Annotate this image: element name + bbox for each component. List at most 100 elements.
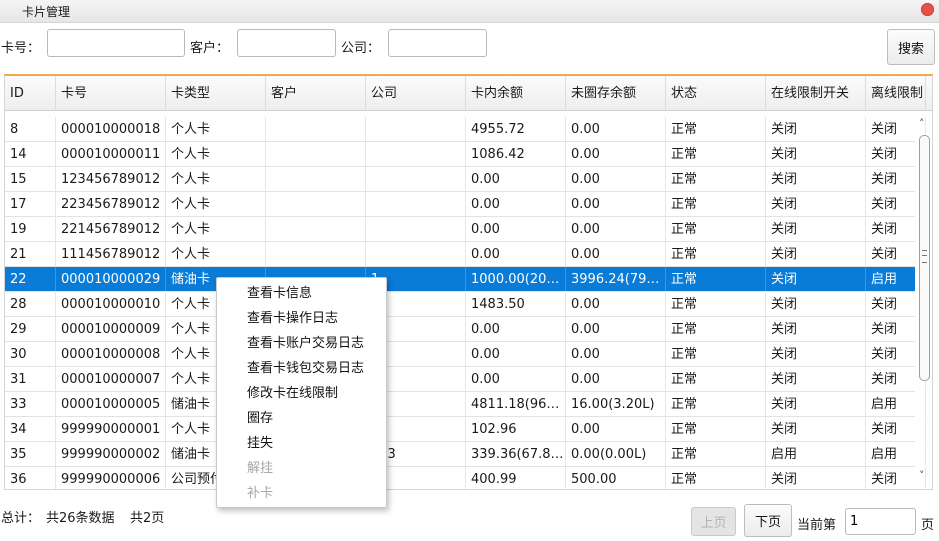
table-row[interactable]: 21 111456789012 个人卡 0.00 0.00 正常 关闭 关闭: [5, 242, 926, 267]
table-row[interactable]: 35999990000002储油卡123339.36(67.87L)0.00(0…: [5, 442, 926, 467]
cell-id: 17: [5, 192, 56, 216]
table-row[interactable]: 29 000010000009 个人卡 0.00 0.00 正常 关闭 关闭: [5, 317, 926, 342]
column-header-card-no[interactable]: 卡号: [56, 76, 166, 110]
context-menu: 查看卡信息 查看卡操作日志 查看卡账户交易日志 查看卡钱包交易日志 修改卡在线限制 圈存挂…: [216, 277, 387, 508]
cell-online-limit: 关闭: [766, 317, 866, 341]
vertical-scrollbar[interactable]: ˄ ˅: [916, 117, 932, 489]
total-label: 总计：: [1, 511, 41, 526]
cell-status: 正常: [666, 342, 766, 366]
cell-status: 正常: [666, 167, 766, 191]
cell-company: [366, 242, 466, 266]
cell-id: 34: [5, 417, 56, 441]
cell-unloaded-balance: 0.00: [566, 242, 666, 266]
table-row[interactable]: 17 223456789012 个人卡 0.00 0.00 正常 关闭 关闭: [5, 192, 926, 217]
table-row[interactable]: 28 000010000010 个人卡 1483.50 0.00 正常 关闭 关闭: [5, 292, 926, 317]
cell-card-no: 999990000002: [56, 442, 166, 466]
column-header-customer[interactable]: 客户: [266, 76, 366, 110]
menu-item-report-loss[interactable]: 挂失: [247, 431, 273, 456]
column-header-status[interactable]: 状态: [666, 76, 766, 110]
scroll-thumb[interactable]: [919, 135, 930, 381]
cell-balance: 0.00: [466, 367, 566, 391]
column-header-unloaded-balance[interactable]: 未圈存余额: [566, 76, 666, 110]
cell-balance: 1000.00(200.00L): [466, 267, 566, 291]
cell-id: 36: [5, 467, 56, 489]
cell-balance: 339.36(67.87L): [466, 442, 566, 466]
cell-online-limit: 关闭: [766, 192, 866, 216]
search-button[interactable]: 搜索: [887, 29, 935, 65]
cell-card-no: 999990000001: [56, 417, 166, 441]
menu-item-modify-online-limit[interactable]: 修改卡在线限制: [247, 381, 338, 406]
cell-unloaded-balance: 16.00(3.20L): [566, 392, 666, 416]
cell-company: [366, 117, 466, 141]
cell-unloaded-balance: 0.00: [566, 317, 666, 341]
cell-card-no: 123456789012: [56, 167, 166, 191]
menu-item-view-account-transaction-log[interactable]: 查看卡账户交易日志: [247, 331, 364, 356]
cell-balance: 102.96: [466, 417, 566, 441]
menu-item-view-wallet-transaction-log[interactable]: 查看卡钱包交易日志: [247, 356, 364, 381]
prev-page-button[interactable]: 上页: [691, 507, 736, 536]
scroll-down-icon[interactable]: ˅: [919, 469, 925, 482]
company-input[interactable]: [388, 29, 487, 57]
cell-unloaded-balance: 0.00: [566, 142, 666, 166]
menu-item-load[interactable]: 圈存: [247, 406, 273, 431]
page-suffix: 页: [921, 518, 935, 533]
customer-input[interactable]: [237, 29, 336, 57]
menu-item-view-card-info[interactable]: 查看卡信息: [247, 281, 312, 306]
column-header-company[interactable]: 公司: [366, 76, 466, 110]
card-no-label: 卡号：: [1, 41, 41, 56]
cell-unloaded-balance: 500.00: [566, 467, 666, 489]
cell-id: 14: [5, 142, 56, 166]
column-header-card-type[interactable]: 卡类型: [166, 76, 266, 110]
table-row[interactable]: 22000010000029储油卡11000.00(200.00L)3996.2…: [5, 267, 926, 292]
column-header-online-limit[interactable]: 在线限制开关: [766, 76, 866, 110]
cell-id: 31: [5, 367, 56, 391]
table-row[interactable]: 8 000010000018 个人卡 4955.72 0.00 正常 关闭 关闭: [5, 117, 926, 142]
cell-status: 正常: [666, 142, 766, 166]
close-icon[interactable]: [921, 3, 934, 16]
table-row[interactable]: 33000010000005储油卡14811.18(962.24L)16.00(…: [5, 392, 926, 417]
column-header-balance[interactable]: 卡内余额: [466, 76, 566, 110]
table-row[interactable]: 31 000010000007 个人卡 0.00 0.00 正常 关闭 关闭: [5, 367, 926, 392]
cell-unloaded-balance: 0.00: [566, 117, 666, 141]
cell-id: 8: [5, 117, 56, 141]
cell-customer: [266, 217, 366, 241]
cell-id: 22: [5, 267, 56, 291]
current-page-input[interactable]: [845, 508, 916, 535]
cell-card-no: 000010000029: [56, 267, 166, 291]
cell-online-limit: 关闭: [766, 242, 866, 266]
cell-card-type: 个人卡: [166, 167, 266, 191]
column-header-offline-limit[interactable]: 离线限制: [866, 76, 926, 110]
cell-status: 正常: [666, 192, 766, 216]
cell-unloaded-balance: 0.00: [566, 167, 666, 191]
cell-card-no: 999990000006: [56, 467, 166, 489]
current-page-label: 当前第: [797, 518, 837, 533]
cell-balance: 0.00: [466, 217, 566, 241]
cell-card-no: 000010000007: [56, 367, 166, 391]
cell-card-no: 111456789012: [56, 242, 166, 266]
cell-company: [366, 167, 466, 191]
table-row[interactable]: 15 123456789012 个人卡 0.00 0.00 正常 关闭 关闭: [5, 167, 926, 192]
table-row[interactable]: 14 000010000011 个人卡 1086.42 0.00 正常 关闭 关闭: [5, 142, 926, 167]
cell-customer: [266, 242, 366, 266]
scroll-up-icon[interactable]: ˄: [919, 117, 925, 130]
menu-item-view-card-operation-log[interactable]: 查看卡操作日志: [247, 306, 338, 331]
menu-item-reissue-card[interactable]: 补卡: [247, 481, 273, 506]
cell-online-limit: 关闭: [766, 217, 866, 241]
total-records: 共26条数据: [46, 511, 115, 526]
cell-status: 正常: [666, 317, 766, 341]
table-row[interactable]: 34 999990000001 个人卡 102.96 0.00 正常 关闭 关闭: [5, 417, 926, 442]
card-no-input[interactable]: [47, 29, 185, 57]
table-row[interactable]: 30 000010000008 个人卡 0.00 0.00 正常 关闭 关闭: [5, 342, 926, 367]
cell-balance: 0.00: [466, 342, 566, 366]
cell-online-limit: 启用: [766, 442, 866, 466]
table-row[interactable]: 19 221456789012 个人卡 0.00 0.00 正常 关闭 关闭: [5, 217, 926, 242]
cell-id: 33: [5, 392, 56, 416]
menu-item-cancel-loss[interactable]: 解挂: [247, 456, 273, 481]
column-header-id[interactable]: ID: [5, 76, 56, 110]
cell-status: 正常: [666, 417, 766, 441]
table-row[interactable]: 36 999990000006 公司预付卡 400.99 500.00 正常 关闭 关闭: [5, 467, 926, 489]
company-label: 公司：: [341, 41, 381, 56]
cell-online-limit: 关闭: [766, 467, 866, 489]
cell-unloaded-balance: 0.00: [566, 342, 666, 366]
next-page-button[interactable]: 下页: [744, 504, 792, 537]
